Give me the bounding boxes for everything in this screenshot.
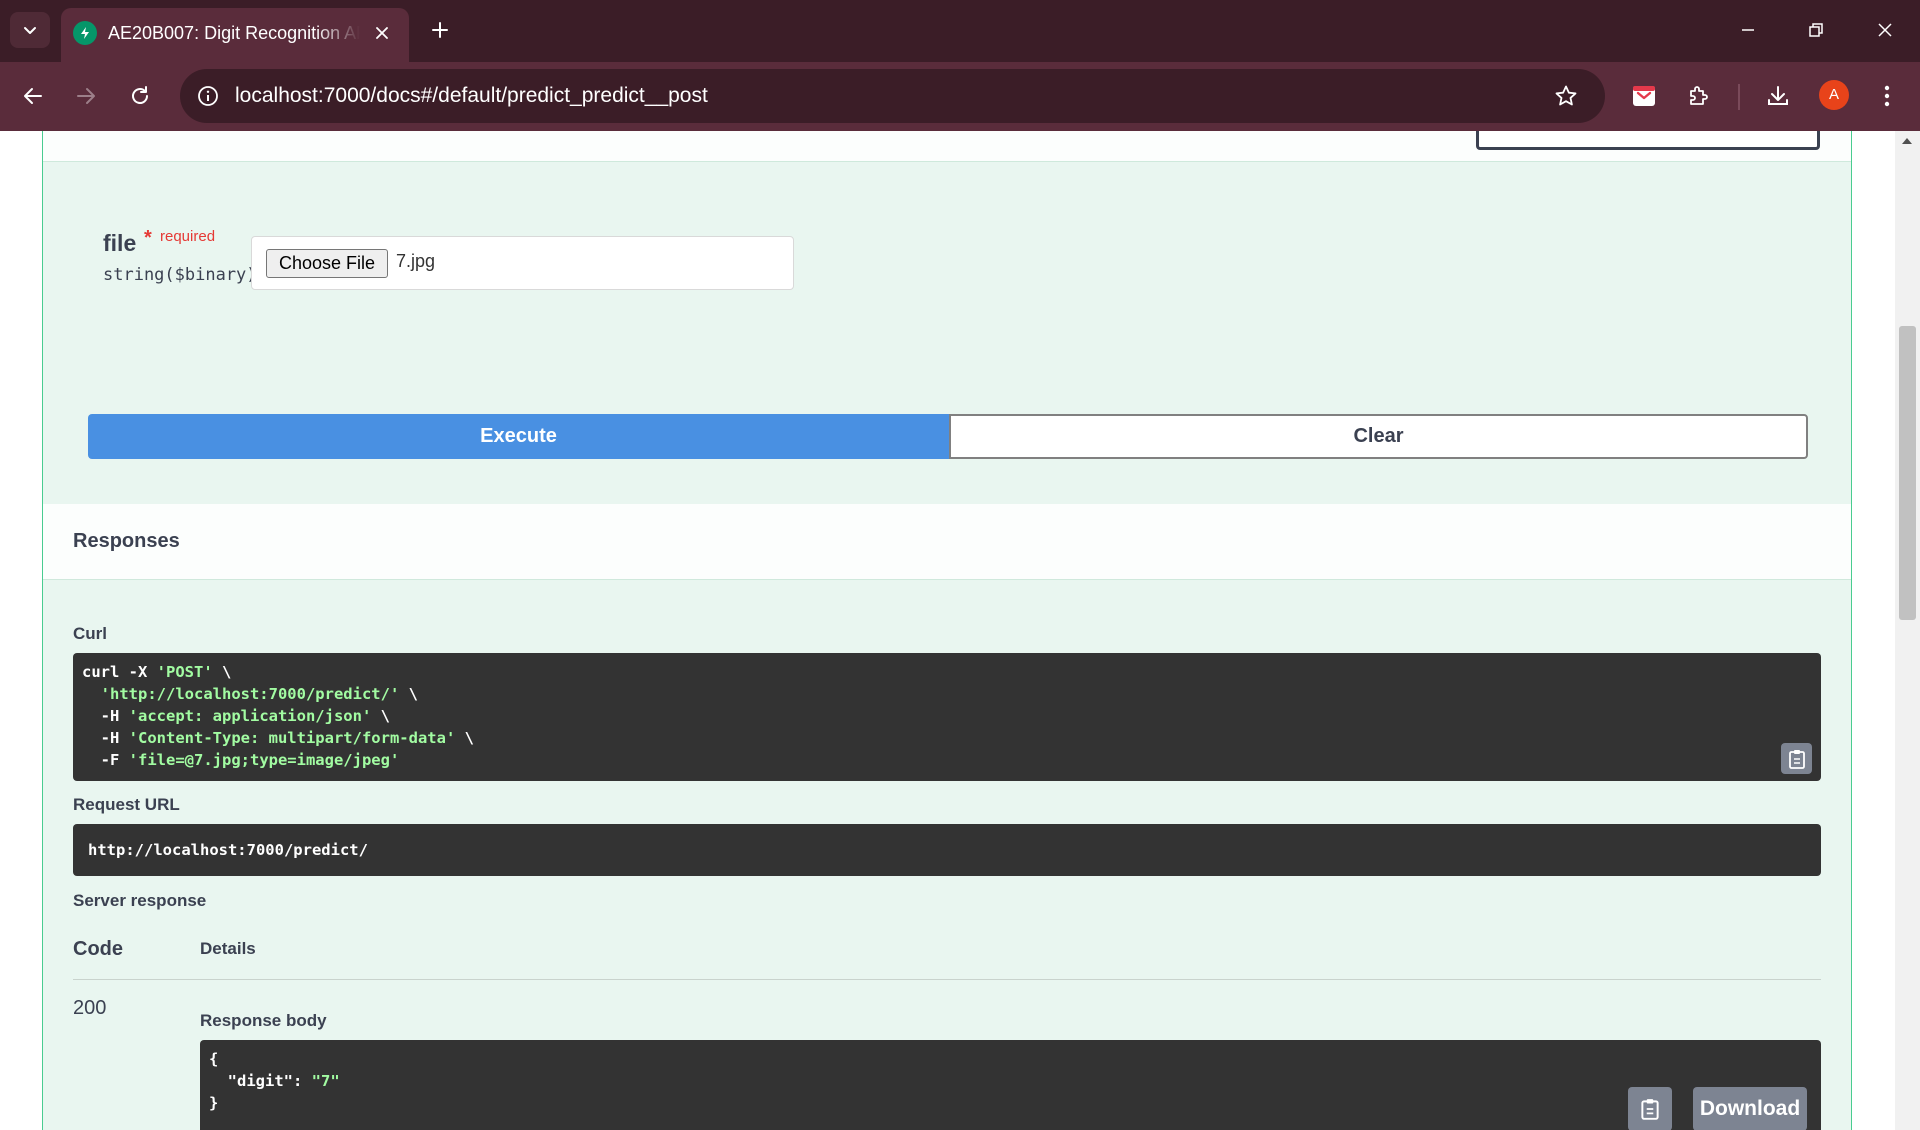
response-body-block[interactable]: { "digit": "7" } [200,1040,1821,1130]
choose-file-button[interactable]: Choose File [266,249,388,278]
fastapi-favicon-icon [73,21,97,45]
minimize-window-button[interactable] [1725,8,1771,52]
response-line: "digit": "7" [209,1072,340,1090]
status-code: 200 [73,997,107,1019]
tab-search-button[interactable] [10,12,50,48]
clipboard-icon [1788,749,1805,769]
responses-title: Responses [73,530,180,552]
address-url[interactable]: localhost:7000/docs#/default/predict_pre… [235,83,708,109]
request-url-label: Request URL [73,795,180,814]
page-viewport: file * required string($binary) Choose F… [0,131,1920,1130]
curl-code-block[interactable]: curl -X 'POST' \ 'http://localhost:7000/… [73,653,1821,781]
restore-window-button[interactable] [1793,8,1839,52]
pocket-extension-button[interactable] [1624,76,1664,116]
minimize-icon [1742,29,1754,31]
response-line: { [209,1050,219,1068]
response-line: } [209,1094,219,1112]
execute-button[interactable]: Execute [88,414,949,459]
curl-line: 'http://localhost:7000/predict/' \ [100,685,418,703]
puzzle-icon [1690,86,1708,105]
tab-title: AE20B007: Digit Recognition API [108,23,360,43]
curl-line: curl -X 'POST' \ [82,663,232,681]
responses-header: Responses [43,504,1851,580]
browser-tab-active[interactable]: AE20B007: Digit Recognition API [61,8,409,62]
new-tab-button[interactable] [424,14,456,46]
toolbar-divider [1738,84,1740,110]
clear-button[interactable]: Clear [949,414,1808,459]
info-icon [198,86,218,106]
scroll-up-icon[interactable] [1900,134,1914,148]
code-column-header: Code [73,938,123,960]
star-icon [1555,85,1577,106]
response-body-label: Response body [200,1011,327,1030]
download-icon [1768,86,1788,105]
copy-curl-button[interactable] [1781,743,1812,774]
cancel-button[interactable] [1476,131,1820,150]
curl-line: -H 'accept: application/json' \ [82,707,390,725]
page-scrollbar[interactable] [1895,131,1920,1130]
parameters-header [43,131,1851,162]
operation-block-post-predict: file * required string($binary) Choose F… [42,131,1852,1130]
forward-button[interactable] [66,76,106,116]
plus-icon [432,22,448,38]
file-input[interactable]: Choose File 7.jpg [251,236,794,290]
param-name: file [103,230,137,256]
curl-label: Curl [73,624,107,643]
curl-line: -F 'file=@7.jpg;type=image/jpeg' [82,751,400,769]
required-star: * [144,227,152,249]
back-button[interactable] [13,76,53,116]
copy-response-button[interactable] [1628,1087,1672,1130]
close-tab-button[interactable] [369,20,395,46]
pocket-icon [1633,86,1655,106]
reload-icon [132,86,148,104]
restore-icon [1809,23,1823,37]
server-response-label: Server response [73,891,207,910]
curl-line: -H 'Content-Type: multipart/form-data' \ [82,729,474,747]
browser-tab-bar: AE20B007: Digit Recognition API [0,0,1920,62]
browser-menu-button[interactable] [1867,76,1907,116]
request-url-value: http://localhost:7000/predict/ [88,841,368,859]
close-window-button[interactable] [1862,8,1908,52]
clipboard-icon [1641,1099,1659,1120]
download-button[interactable]: Download [1693,1087,1807,1130]
arrow-right-icon [77,88,95,104]
close-icon [376,27,388,39]
request-url-block[interactable]: http://localhost:7000/predict/ [73,824,1821,876]
profile-avatar[interactable]: A [1819,80,1849,110]
chevron-down-icon [24,27,36,34]
arrow-left-icon [24,88,42,104]
required-label: required [160,228,216,245]
site-info-button[interactable] [194,82,222,110]
selected-file-name: 7.jpg [396,251,436,271]
close-icon [1878,23,1892,37]
reload-button[interactable] [120,76,160,116]
response-table-divider [73,979,1821,980]
downloads-button[interactable] [1758,76,1798,116]
param-type: string($binary) [103,265,257,285]
browser-toolbar: localhost:7000/docs#/default/predict_pre… [0,62,1920,131]
extensions-button[interactable] [1679,76,1719,116]
bookmark-button[interactable] [1552,82,1580,110]
details-column-header: Details [200,939,256,958]
kebab-menu-icon [1884,85,1890,107]
scroll-thumb[interactable] [1899,326,1916,620]
address-bar[interactable]: localhost:7000/docs#/default/predict_pre… [180,69,1605,123]
